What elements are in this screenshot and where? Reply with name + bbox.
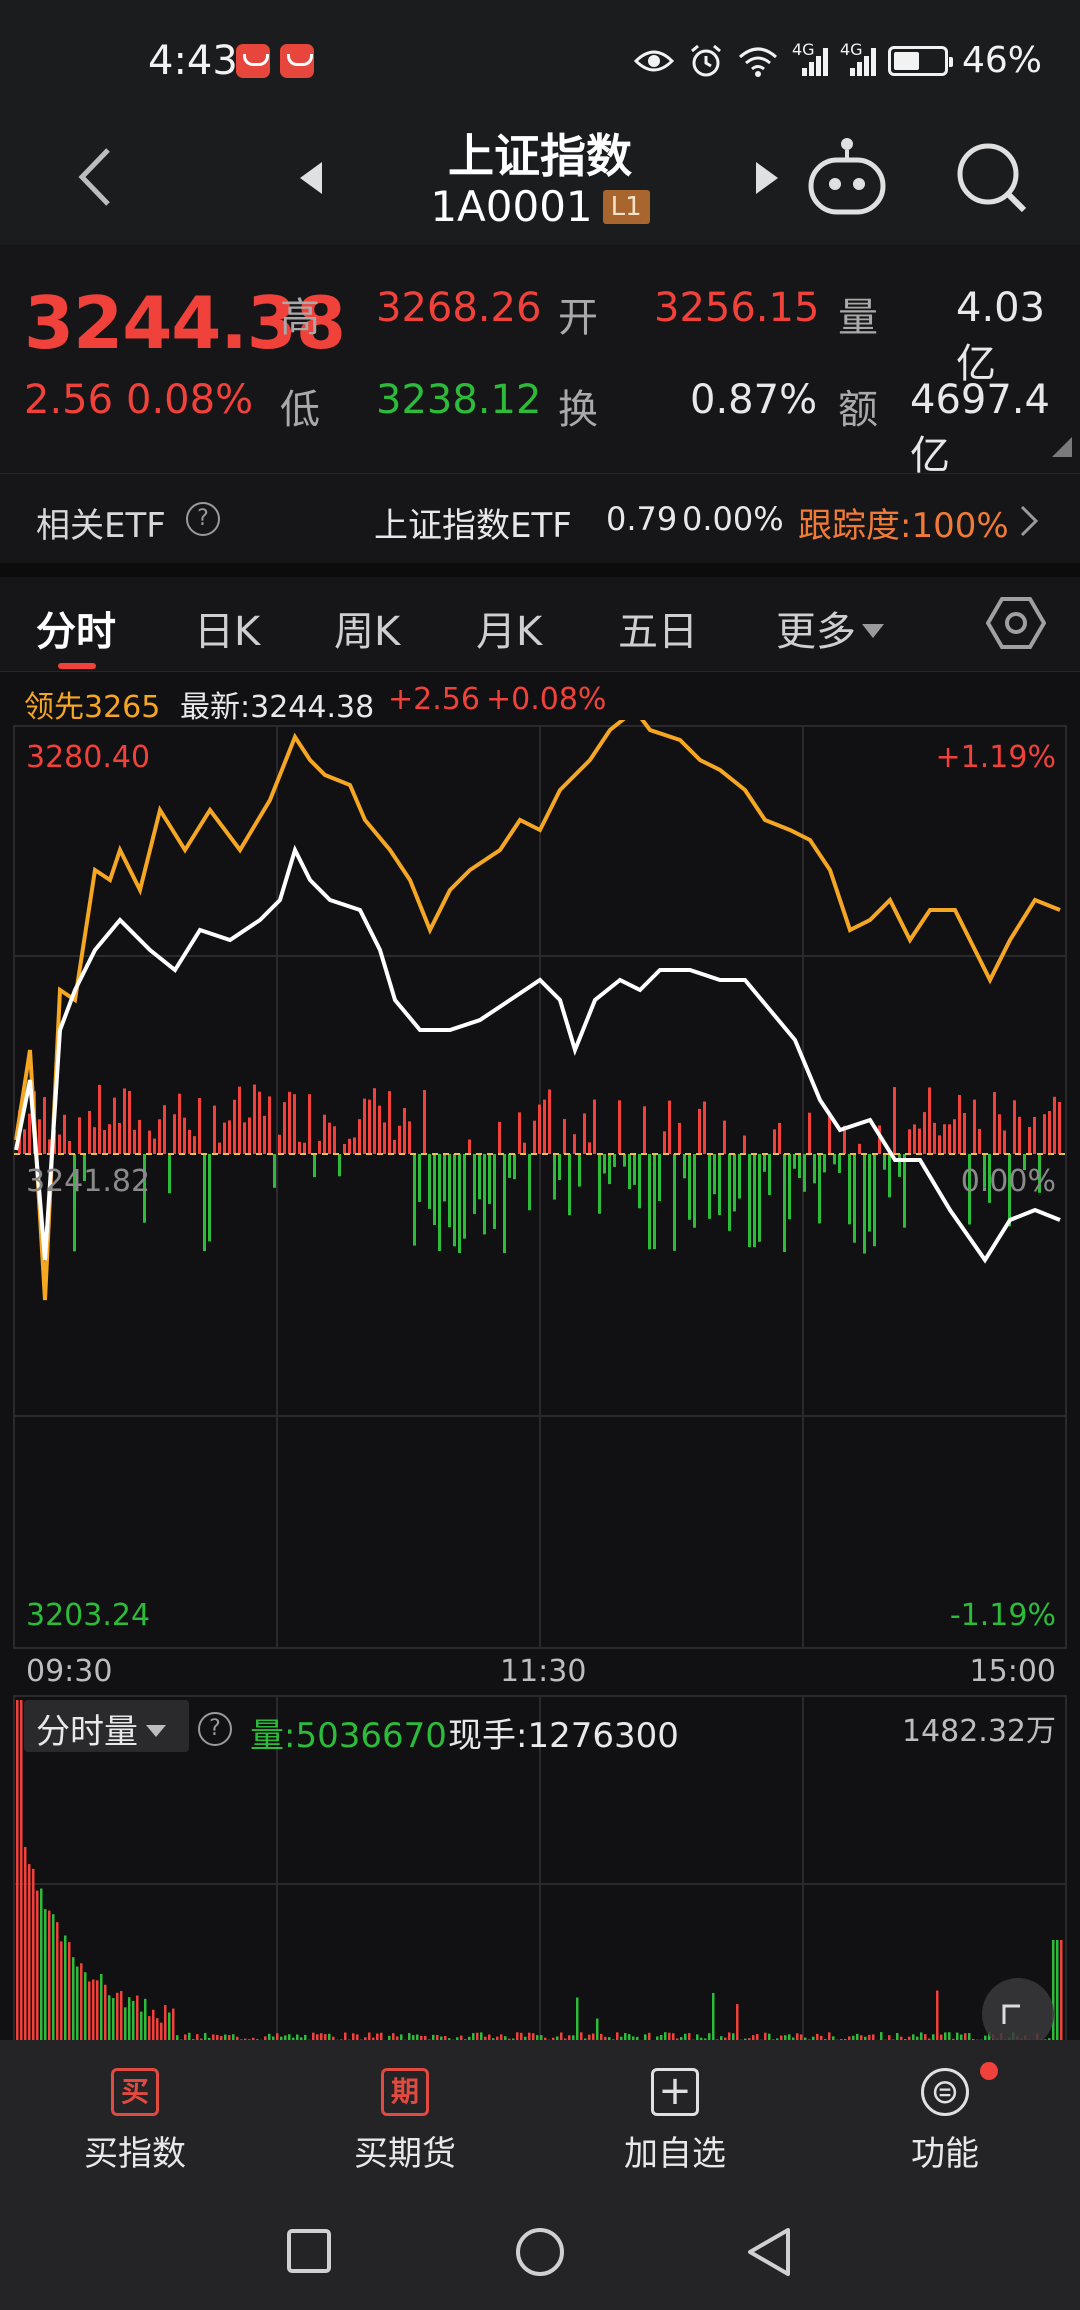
axis-bottom-value: 3203.24 [26,1598,151,1633]
status-time: 4:43 [148,38,238,84]
volume-mode-dropdown[interactable]: 分时量 [24,1700,189,1752]
amount-label: 额 [838,387,878,433]
open-label: 开 [558,295,598,341]
stock-name: 上证指数 [448,129,632,183]
huawei-app-icon [236,44,270,78]
etf-price: 0.79 [606,500,678,538]
divider [0,563,1080,577]
etf-percent: 0.00% [682,500,784,538]
time-mid: 11:30 [500,1654,587,1689]
etf-label: 相关ETF [36,506,166,546]
buy-index-button[interactable]: 买 买指数 [0,2040,270,2190]
level-badge: L1 [602,190,650,224]
turnover-label: 换 [558,387,598,433]
amount-value: 4697.4亿 [910,377,1050,479]
stock-code: 1A0001 L1 [0,182,1080,231]
volume-total: 量:5036670 [250,1716,447,1756]
plus-box-icon: + [651,2068,699,2116]
signal-icon: 4G [840,40,876,76]
bottom-action-bar: 买 买指数 期 买期货 + 加自选 ⊜ 功能 [0,2040,1080,2190]
menu-circle-icon: ⊜ [921,2068,969,2116]
tab-intraday[interactable]: 分时 [36,599,116,657]
help-icon[interactable]: ? [198,1712,232,1746]
next-stock-icon[interactable] [752,158,782,198]
expand-corner-icon[interactable] [1052,437,1072,457]
chart-tabs: 分时 日K 周K 月K 五日 更多 [0,577,1080,672]
current-hand: 现手:1276300 [448,1716,679,1756]
fullscreen-button [982,1978,1054,2040]
wifi-icon [738,47,777,77]
open-value: 3256.15 [654,285,820,331]
battery-icon [887,45,953,76]
status-bar: 4:43 4G 4G 46% [0,0,1080,120]
tab-more[interactable]: 更多 [776,599,886,657]
volume-value: 4.03亿 [956,285,1046,387]
axis-top-value: 3280.40 [26,740,151,775]
status-icons: 4G 4G 46% [633,40,1042,81]
axis-mid-value: 3241.82 [26,1164,151,1199]
time-start: 09:30 [26,1654,113,1689]
axis-bottom-percent: -1.19% [949,1598,1056,1633]
futures-icon: 期 [381,2068,429,2116]
back-nav-icon[interactable] [744,2226,794,2278]
eye-icon [633,50,674,71]
stock-header: 上证指数 1A0001 L1 [0,120,1080,245]
volume-label: 量 [838,295,878,341]
help-icon[interactable]: ? [186,502,220,536]
low-label: 低 [280,387,320,433]
notification-dot [980,2062,998,2080]
signal-icon: 4G [792,40,828,76]
etf-tracking: 跟踪度:100% [798,506,1009,546]
buy-futures-button[interactable]: 期 买期货 [270,2040,540,2190]
axis-top-percent: +1.19% [935,740,1056,775]
tab-weekly-k[interactable]: 周K [334,599,400,657]
system-nav-bar [0,2190,1080,2310]
tab-monthly-k[interactable]: 月K [476,599,542,657]
axis-mid-percent: 0.00% [960,1164,1056,1199]
legend-change: +2.56 [388,682,480,717]
search-icon[interactable] [954,138,1032,222]
high-label: 高 [280,295,320,341]
recents-icon[interactable] [286,2228,332,2274]
buy-icon: 买 [111,2068,159,2116]
tab-daily-k[interactable]: 日K [194,599,260,657]
intraday-chart[interactable] [0,720,1080,1720]
active-tab-indicator [58,663,96,669]
legend-percent: +0.08% [486,682,607,717]
caret-down-icon [146,1725,166,1737]
turnover-value: 0.87% [690,377,818,423]
chevron-right-icon [1020,505,1039,537]
high-value: 3268.26 [376,285,542,331]
volume-max: 1482.32万 [901,1714,1056,1749]
quote-panel: 3244.38 2.56 0.08% 高 3268.26 开 3256.15 量… [0,245,1080,479]
settings-icon[interactable] [986,593,1046,653]
home-icon[interactable] [514,2226,566,2278]
alarm-icon [691,44,721,76]
time-end: 15:00 [969,1654,1056,1689]
robot-assistant-icon[interactable] [805,136,889,220]
tab-five-day[interactable]: 五日 [618,599,698,657]
caret-down-icon [862,624,884,638]
functions-button[interactable]: ⊜ 功能 [810,2040,1080,2190]
battery-level: 46% [961,40,1042,81]
related-etf-row[interactable]: 相关ETF ? 上证指数ETF 0.79 0.00% 跟踪度:100% [0,473,1080,563]
change-value: 2.56 [24,377,114,423]
etf-name: 上证指数ETF [374,506,572,546]
add-watchlist-button[interactable]: + 加自选 [540,2040,810,2190]
huawei-app-icon [280,44,314,78]
low-value: 3238.12 [376,377,542,423]
change-percent: 0.08% [126,377,254,423]
